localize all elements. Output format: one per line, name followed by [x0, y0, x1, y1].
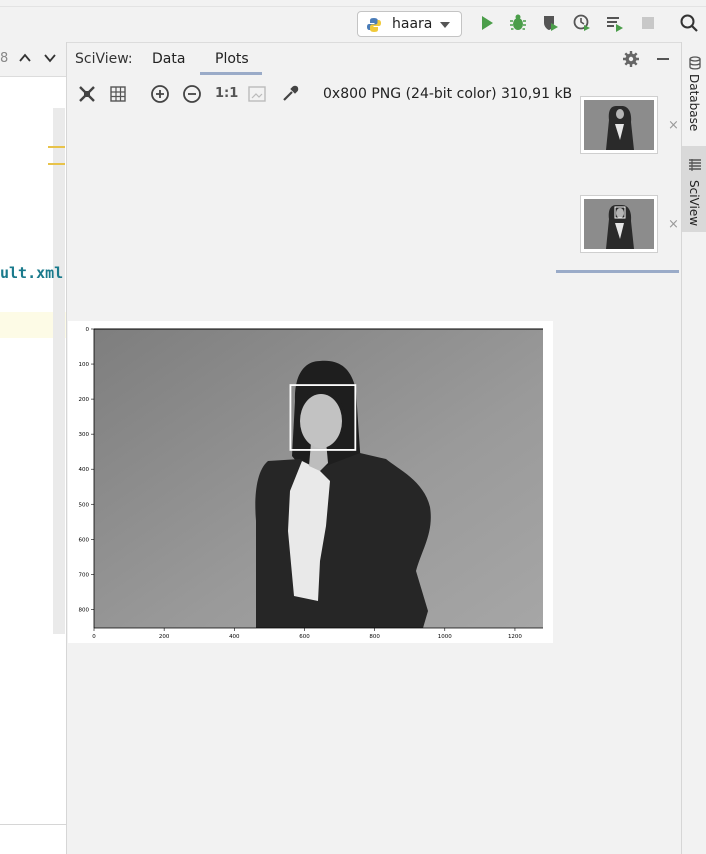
gear-icon[interactable] — [622, 50, 640, 68]
warning-marker[interactable] — [48, 146, 65, 148]
sciview-icon — [689, 159, 701, 171]
thumbnail-image — [584, 100, 654, 150]
y-tick-label: 400 — [79, 467, 90, 473]
x-tick-label: 1000 — [438, 634, 452, 640]
image-info: 0x800 PNG (24-bit color) 310,91 kB — [323, 86, 573, 102]
y-axis-ticks: 0 100 200 300 400 500 600 700 800 — [79, 327, 94, 613]
warning-marker[interactable] — [48, 163, 65, 165]
python-icon — [367, 18, 381, 32]
editor-header: 8 — [0, 42, 66, 77]
chevron-down-icon[interactable] — [42, 50, 58, 66]
photo — [94, 329, 543, 628]
tab-data[interactable]: Data — [152, 51, 185, 67]
x-tick-label: 1200 — [508, 634, 522, 640]
plot-thumbnail[interactable] — [580, 96, 658, 154]
tool-window-sciview[interactable]: SciView — [682, 146, 706, 232]
zoom-out-icon[interactable] — [182, 84, 202, 104]
profile-icon[interactable] — [572, 13, 592, 33]
toolbar-divider — [0, 6, 706, 7]
background-icon[interactable] — [247, 84, 267, 104]
run-configuration-label: haara — [392, 16, 433, 32]
sciview-header: SciView: Data Plots — [67, 42, 681, 76]
thumbnail-image — [584, 199, 654, 249]
y-tick-label: 300 — [79, 432, 90, 438]
coverage-icon[interactable] — [540, 13, 560, 33]
zoom-in-icon[interactable] — [150, 84, 170, 104]
x-tick-label: 0 — [92, 634, 96, 640]
code-text: ult.xml — [0, 264, 64, 282]
tab-plots-indicator — [200, 72, 262, 75]
y-tick-label: 0 — [86, 327, 90, 333]
tab-plots[interactable]: Plots — [215, 51, 249, 67]
run-icon[interactable] — [477, 13, 497, 33]
stop-icon[interactable] — [638, 13, 658, 33]
plot-image: 0 200 400 600 800 1000 1200 0 100 200 300 400 500 60… — [68, 321, 553, 643]
editor-scrollbar[interactable] — [53, 108, 65, 634]
x-tick-label: 400 — [229, 634, 240, 640]
thumbnail-splitter[interactable] — [556, 270, 679, 273]
plot-canvas: 0 200 400 600 800 1000 1200 0 100 200 300 400 500 60… — [79, 327, 543, 640]
tool-window-sciview-label: SciView — [687, 180, 701, 227]
code-editor[interactable]: 8 ult.xml — [0, 42, 67, 854]
photo-jacket — [255, 453, 431, 628]
run-configuration-selector[interactable]: haara — [357, 11, 462, 37]
main-toolbar: haara — [0, 0, 706, 43]
search-icon[interactable] — [679, 13, 699, 33]
actual-size-button[interactable]: 1:1 — [215, 86, 238, 101]
y-tick-label: 100 — [79, 362, 90, 368]
y-tick-label: 700 — [79, 572, 90, 578]
close-icon[interactable]: × — [668, 118, 679, 133]
chevron-down-icon — [440, 22, 450, 28]
photo-face — [300, 394, 342, 448]
chevron-up-icon[interactable] — [17, 50, 33, 66]
database-icon — [689, 56, 701, 70]
tool-window-database-label: Database — [687, 74, 701, 132]
run-tests-icon[interactable] — [605, 13, 625, 33]
debug-icon[interactable] — [508, 13, 528, 33]
grid-icon[interactable] — [108, 84, 128, 104]
close-icon[interactable]: × — [668, 217, 679, 232]
x-axis-ticks: 0 200 400 600 800 1000 1200 — [92, 628, 522, 640]
minimize-icon[interactable] — [655, 51, 671, 67]
y-tick-label: 800 — [79, 607, 90, 613]
y-tick-label: 500 — [79, 502, 90, 508]
y-tick-label: 200 — [79, 397, 90, 403]
fit-to-window-icon[interactable] — [77, 84, 97, 104]
tool-window-database[interactable]: Database — [682, 52, 706, 147]
plot-thumbnail[interactable] — [580, 195, 658, 253]
x-tick-label: 600 — [299, 634, 310, 640]
color-picker-icon[interactable] — [280, 84, 300, 104]
right-tool-strip: Database SciView — [681, 42, 706, 854]
x-tick-label: 800 — [369, 634, 380, 640]
y-tick-label: 600 — [79, 537, 90, 543]
x-tick-label: 200 — [159, 634, 170, 640]
sciview-title: SciView: — [75, 51, 133, 67]
editor-divider — [0, 824, 66, 825]
match-count: 8 — [0, 51, 9, 66]
